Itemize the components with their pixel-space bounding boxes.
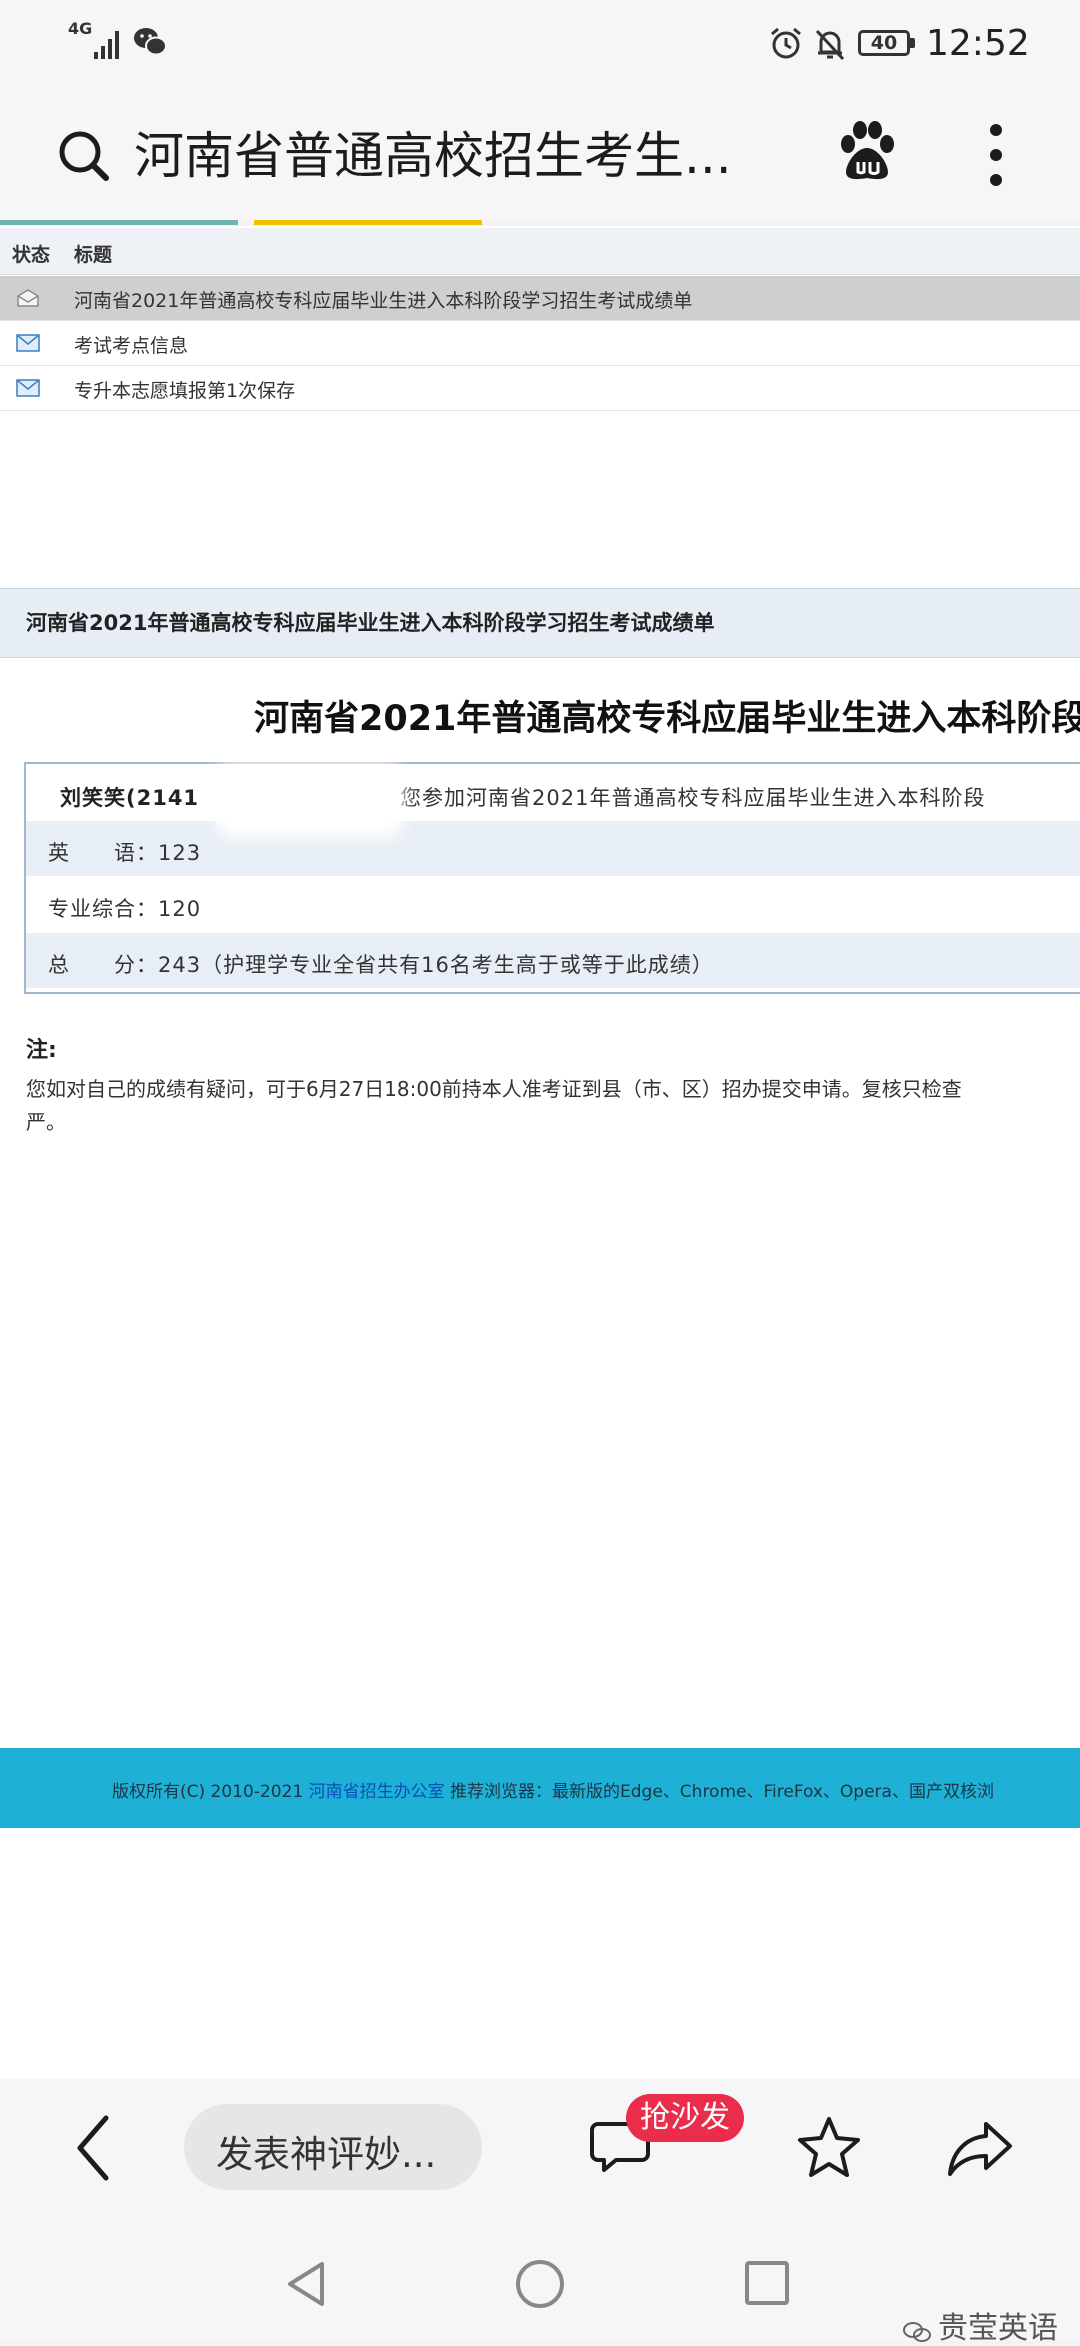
list-header xyxy=(0,228,1080,275)
sofa-badge[interactable]: 抢沙发 xyxy=(626,2094,744,2142)
url-bar[interactable]: 河南省普通高校招生考生... xyxy=(134,120,774,192)
column-header-title: 标题 xyxy=(74,244,113,266)
load-progress-segment xyxy=(0,220,238,225)
list-item[interactable]: 专升本志愿填报第1次保存 xyxy=(0,366,1080,411)
nav-home-icon[interactable] xyxy=(514,2258,566,2310)
score-row-total: 总 分：243（护理学专业全省共有16名考生高于或等于此成绩） xyxy=(26,933,1080,988)
privacy-blur xyxy=(214,762,404,838)
list-item-title[interactable]: 专升本志愿填报第1次保存 xyxy=(74,376,295,403)
candidate-name: 刘笑笑(2141 xyxy=(60,786,200,810)
section-title: 河南省2021年普通高校专科应届毕业生进入本科阶段学习招生考试成绩单 xyxy=(26,611,715,635)
score-row-english: 英 语：123 xyxy=(26,821,1080,876)
wechat-logo-icon xyxy=(903,2322,931,2342)
browser-bottom-bar xyxy=(0,2079,1080,2255)
result-title: 河南省2021年普通高校专科应届毕业生进入本科阶段学 xyxy=(254,699,1080,739)
note-text: 您如对自己的成绩有疑问，可于6月27日18:00前持本人准考证到县（市、区）招办… xyxy=(26,1077,962,1101)
list-item[interactable]: 考试考点信息 xyxy=(0,321,1080,366)
envelope-icon xyxy=(16,334,40,352)
major-score: 专业综合：120 xyxy=(48,897,202,921)
alarm-icon xyxy=(771,27,801,59)
score-row-candidate: 刘笑笑(2141 您参加河南省2021年普通高校专科应届毕业生进入本科阶段 xyxy=(26,766,1080,821)
column-header-status: 状态 xyxy=(12,244,51,266)
battery-indicator: 40 xyxy=(858,30,910,56)
envelope-icon xyxy=(16,379,40,397)
battery-nub xyxy=(910,38,915,48)
candidate-intro: 您参加河南省2021年普通高校专科应届毕业生进入本科阶段 xyxy=(400,786,986,810)
english-score: 英 语：123 xyxy=(48,841,202,865)
watermark: 贵莹英语 xyxy=(938,2311,1058,2346)
score-row-major: 专业综合：120 xyxy=(26,877,1080,932)
nav-back-icon[interactable] xyxy=(282,2258,330,2310)
footer-link[interactable]: 河南省招生办公室 xyxy=(309,1782,445,1802)
baidu-paw-icon[interactable] xyxy=(836,120,898,184)
footer-browsers: 推荐浏览器：最新版的Edge、Chrome、FireFox、Opera、国产双核… xyxy=(444,1782,994,1802)
list-item[interactable]: 河南省2021年普通高校专科应届毕业生进入本科阶段学习招生考试成绩单 xyxy=(0,276,1080,321)
footer-text: 版权所有(C) 2010-2021 河南省招生办公室 推荐浏览器：最新版的Edg… xyxy=(112,1777,994,1802)
nav-recent-apps-icon[interactable] xyxy=(744,2260,790,2306)
list-item-title[interactable]: 考试考点信息 xyxy=(74,331,188,358)
more-vertical-icon[interactable] xyxy=(988,122,1004,188)
read-envelope-icon xyxy=(17,289,39,307)
list-item-title[interactable]: 河南省2021年普通高校专科应届毕业生进入本科阶段学习招生考试成绩单 xyxy=(74,286,692,313)
network-type: 4G xyxy=(68,19,93,38)
note-title: 注: xyxy=(26,1038,57,1063)
note-text-continued: 严。 xyxy=(26,1110,66,1134)
total-score: 总 分：243（护理学专业全省共有16名考生高于或等于此成绩） xyxy=(48,953,714,977)
clock: 12:52 xyxy=(926,23,1030,64)
signal-icon xyxy=(94,31,119,59)
wechat-icon xyxy=(134,28,167,56)
load-progress-segment xyxy=(254,220,482,225)
mute-bell-icon xyxy=(815,29,845,61)
star-icon[interactable] xyxy=(796,2114,862,2180)
search-icon[interactable] xyxy=(56,128,112,184)
share-icon[interactable] xyxy=(946,2118,1014,2178)
back-icon[interactable] xyxy=(70,2112,116,2184)
comment-placeholder[interactable]: 发表神评妙... xyxy=(216,2124,436,2178)
footer-copyright: 版权所有(C) 2010-2021 xyxy=(112,1782,309,1802)
